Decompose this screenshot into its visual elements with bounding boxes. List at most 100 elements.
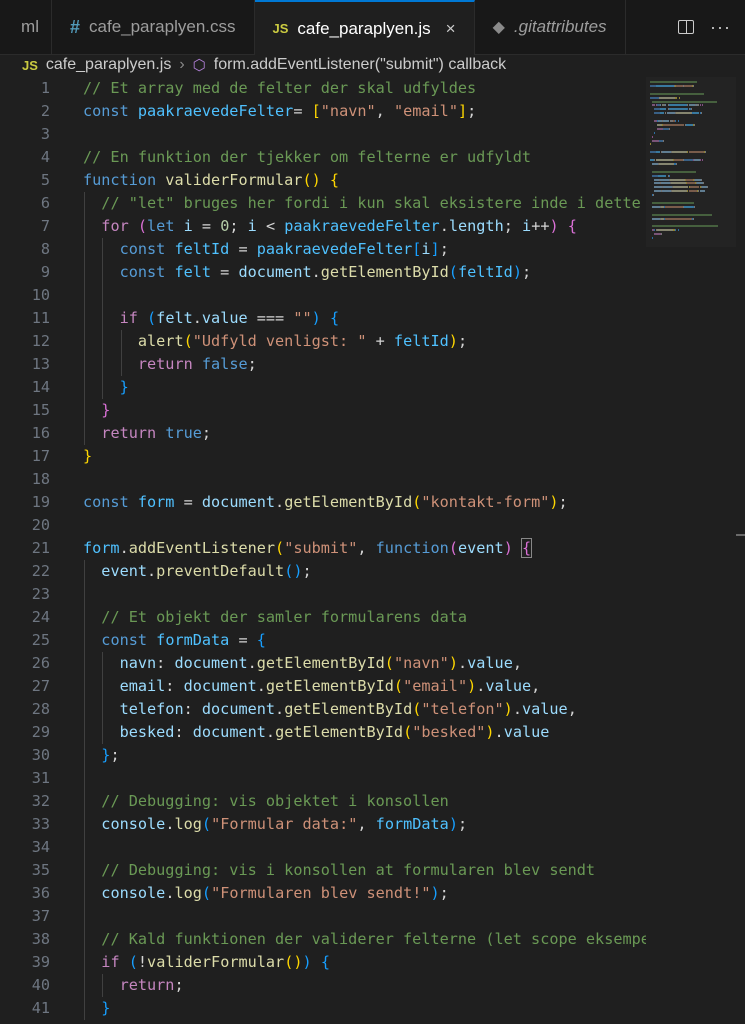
code-token: value [467, 654, 513, 672]
line-number: 22 [31, 562, 50, 580]
code-line[interactable]: 5 function validerFormular() { [0, 169, 646, 192]
code-line[interactable]: 6 // "let" bruges her fordi i kun skal e… [0, 192, 646, 215]
vertical-scrollbar[interactable] [736, 77, 745, 1024]
code-token: navn [119, 654, 157, 672]
code-line[interactable]: 27 email: document.getElementById("email… [0, 675, 646, 698]
split-editor-icon[interactable] [678, 20, 695, 34]
code-line[interactable]: 22 event.preventDefault(); [0, 560, 646, 583]
code-token: < [256, 217, 285, 235]
code-line[interactable]: 41 } [0, 997, 646, 1020]
tab-js-file[interactable]: JS cafe_paraplyen.js × [254, 0, 475, 55]
code-token: feltId [393, 332, 449, 350]
tab-partial-html[interactable]: ml [0, 0, 52, 54]
code-line[interactable]: 13 return false; [0, 353, 646, 376]
close-icon[interactable]: × [446, 19, 456, 39]
line-number: 13 [31, 355, 50, 373]
line-number: 24 [31, 608, 50, 626]
code-line[interactable]: 7 for (let i = 0; i < paakraevedeFelter.… [0, 215, 646, 238]
minimap-token [675, 229, 677, 232]
code-line[interactable]: 33 console.log("Formular data:", formDat… [0, 813, 646, 836]
code-line[interactable]: 26 navn: document.getElementById("navn")… [0, 652, 646, 675]
code-token: if [101, 953, 129, 971]
indent-guide [84, 261, 85, 284]
indent-guide [84, 307, 85, 330]
code-token: : [156, 654, 175, 672]
minimap-token [654, 186, 663, 189]
breadcrumb-file[interactable]: cafe_paraplyen.js [46, 56, 171, 74]
breadcrumb-symbol[interactable]: form.addEventListener("submit") callback [214, 56, 506, 74]
line-content [50, 284, 104, 307]
code-line[interactable]: 14 } [0, 376, 646, 399]
code-line[interactable]: 36 console.log("Formularen blev sendt!")… [0, 882, 646, 905]
code-token: "Udfyld venligst: " [192, 332, 367, 350]
minimap-token [686, 178, 693, 181]
tab-css-file[interactable]: # cafe_paraplyen.css [52, 0, 255, 54]
code-line[interactable]: 19 const form = document.getElementById("… [0, 491, 646, 514]
code-line[interactable]: 18 [0, 468, 646, 491]
code-line[interactable]: 12 alert("Udfyld venligst: " + feltId); [0, 330, 646, 353]
code-line[interactable]: 1 // Et array med de felter der skal udfy… [0, 77, 646, 100]
line-content: console.log("Formularen blev sendt!"); [50, 882, 449, 905]
code-token: , [512, 654, 522, 672]
code-line[interactable]: 16 return true; [0, 422, 646, 445]
code-token: log [174, 815, 202, 833]
minimap[interactable] [646, 77, 736, 247]
breadcrumb: JS cafe_paraplyen.js › ⬡ form.addEventLi… [0, 54, 745, 76]
minimap-token [665, 104, 667, 107]
code-line[interactable]: 9 const felt = document.getElementById(f… [0, 261, 646, 284]
minimap-token [658, 96, 676, 99]
code-line[interactable]: 10 [0, 284, 646, 307]
code-line[interactable]: 25 const formData = { [0, 629, 646, 652]
minimap-token [700, 178, 702, 181]
minimap-token [672, 190, 688, 193]
code-line[interactable]: 35 // Debugging: vis i konsollen at form… [0, 859, 646, 882]
code-token: felt [156, 309, 193, 327]
code-line[interactable]: 11 if (felt.value === "") { [0, 307, 646, 330]
code-line[interactable]: 8 const feltId = paakraevedeFelter[i]; [0, 238, 646, 261]
code-line[interactable]: 30 }; [0, 744, 646, 767]
code-token: ( [128, 953, 138, 971]
code-line[interactable]: 2 const paakraevedeFelter= ["navn", "emai… [0, 100, 646, 123]
code-token: event [101, 562, 148, 580]
tab-gitattributes[interactable]: ◆ .gitattributes [475, 0, 626, 54]
code-token: ) [549, 493, 559, 511]
code-line[interactable]: 20 [0, 514, 646, 537]
line-content: // "let" bruges her fordi i kun skal eks… [50, 192, 641, 215]
code-line[interactable]: 4 // En funktion der tjekker om felterne … [0, 146, 646, 169]
code-line[interactable]: 40 return; [0, 974, 646, 997]
code-token: ( [201, 884, 212, 902]
code-line[interactable]: 39 if (!validerFormular()) { [0, 951, 646, 974]
code-token: function [375, 539, 449, 557]
code-line[interactable]: 3 [0, 123, 646, 146]
code-token: console [101, 815, 166, 833]
minimap-token [662, 151, 671, 154]
code-line[interactable]: 37 [0, 905, 646, 928]
code-line[interactable]: 17} [0, 445, 646, 468]
indent-guide [84, 997, 85, 1020]
code-token: const [119, 263, 175, 281]
code-line[interactable]: 34 [0, 836, 646, 859]
minimap-token [670, 182, 687, 185]
code-line[interactable]: 23 [0, 583, 646, 606]
code-line[interactable]: 29 besked: document.getElementById("besk… [0, 721, 646, 744]
code-line[interactable]: 28 telefon: document.getElementById("tel… [0, 698, 646, 721]
code-editor[interactable]: 1 // Et array med de felter der skal udfy… [0, 77, 646, 1024]
code-line[interactable]: 21 form.addEventListener("submit", functi… [0, 537, 646, 560]
code-line[interactable]: 15 } [0, 399, 646, 422]
minimap-token [661, 233, 663, 236]
indent-guide [84, 330, 85, 353]
code-token: const [101, 631, 157, 649]
code-line[interactable]: 38 // Kald funktionen der validerer felt… [0, 928, 646, 951]
line-number: 2 [40, 102, 50, 120]
code-line[interactable]: 31 [0, 767, 646, 790]
code-token: + [366, 332, 394, 350]
minimap-token [672, 151, 688, 154]
code-line[interactable]: 24 // Et objekt der samler formularens d… [0, 606, 646, 629]
code-token: { [329, 171, 340, 189]
more-actions-icon[interactable]: ··· [710, 17, 731, 38]
code-line[interactable]: 32 // Debugging: vis objektet i konsolle… [0, 790, 646, 813]
code-token: . [439, 217, 449, 235]
code-token: ) [311, 309, 321, 327]
